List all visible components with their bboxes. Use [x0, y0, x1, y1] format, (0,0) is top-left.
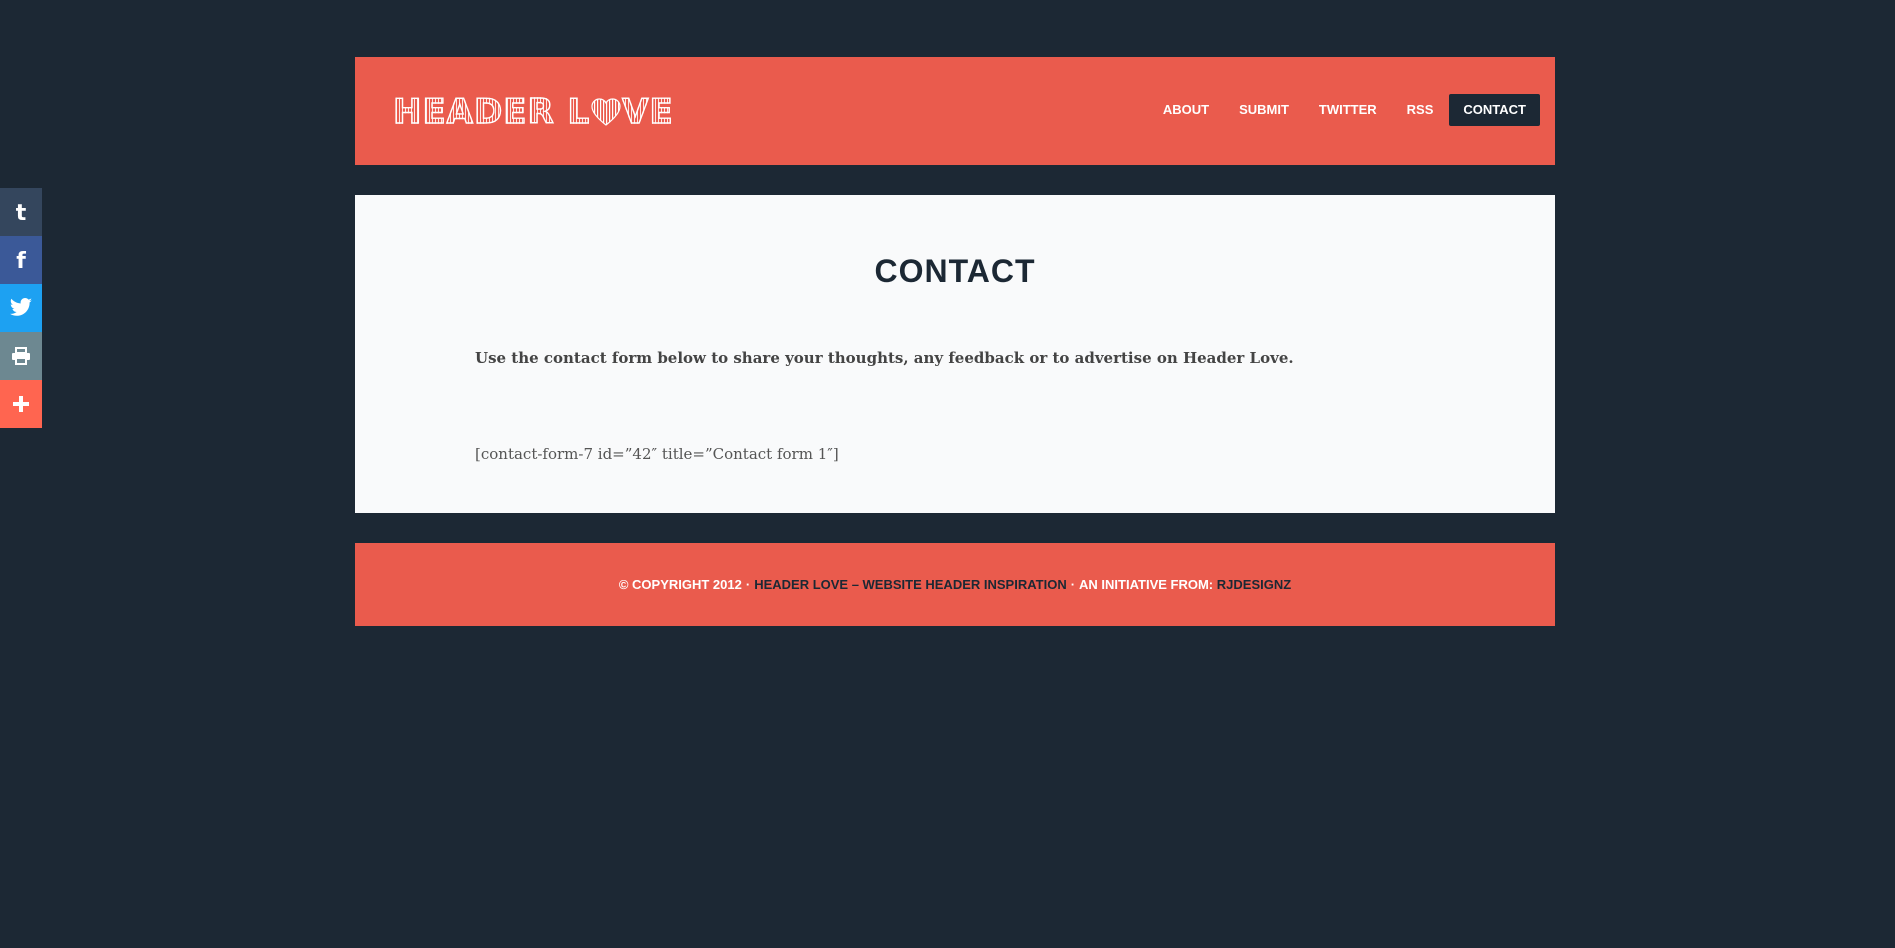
share-twitter-button[interactable]: [0, 284, 42, 332]
social-share-bar: t f: [0, 188, 42, 428]
share-more-button[interactable]: [0, 380, 42, 428]
share-print-button[interactable]: [0, 332, 42, 380]
nav-item-about[interactable]: ABOUT: [1149, 94, 1223, 126]
nav-item-contact[interactable]: CONTACT: [1449, 94, 1540, 126]
twitter-icon: [9, 298, 32, 316]
contact-intro-text: Use the contact form below to share your…: [475, 349, 1294, 367]
nav-item-submit[interactable]: SUBMIT: [1225, 94, 1303, 126]
nav-item-rss[interactable]: RSS: [1393, 94, 1448, 126]
svg-text:t: t: [16, 201, 27, 223]
footer-separator-2: ·: [1070, 577, 1076, 592]
heart-icon: [591, 98, 621, 126]
footer-initiative-text: AN INITIATIVE FROM:: [1079, 577, 1214, 592]
footer-site-link[interactable]: HEADER LOVE – WEBSITE HEADER INSPIRATION: [754, 577, 1067, 592]
tumblr-icon: t: [16, 201, 27, 223]
logo-text-part2: VE: [621, 91, 674, 132]
share-tumblr-button[interactable]: t: [0, 188, 42, 236]
main-content: CONTACT Use the contact form below to sh…: [355, 195, 1555, 513]
facebook-icon: f: [16, 249, 26, 271]
footer-copyright: © COPYRIGHT 2012: [618, 577, 742, 592]
footer-author-link[interactable]: RJDESIGNZ: [1217, 577, 1291, 592]
page-title: CONTACT: [874, 253, 1036, 289]
site-header: HEADER L VE ABOUT SUBMIT TWITTER RSS CON…: [355, 57, 1555, 165]
footer-separator: ·: [745, 577, 751, 592]
site-logo[interactable]: HEADER L VE: [392, 91, 674, 133]
main-nav: ABOUT SUBMIT TWITTER RSS CONTACT: [1147, 94, 1540, 126]
plus-icon: [13, 396, 29, 412]
print-icon: [12, 347, 30, 365]
svg-text:f: f: [16, 249, 26, 271]
site-footer: © COPYRIGHT 2012 · HEADER LOVE – WEBSITE…: [355, 543, 1555, 626]
contact-form-shortcode: [contact-form-7 id=”42″ title=”Contact f…: [475, 445, 839, 463]
share-facebook-button[interactable]: f: [0, 236, 42, 284]
logo-text-part1: HEADER L: [392, 91, 591, 132]
nav-item-twitter[interactable]: TWITTER: [1305, 94, 1391, 126]
